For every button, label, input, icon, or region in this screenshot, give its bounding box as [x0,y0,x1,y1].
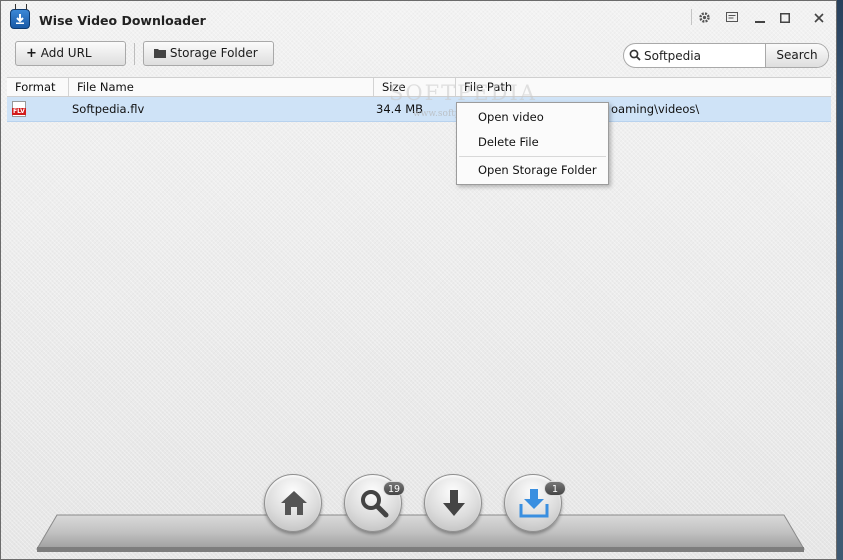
storage-folder-label: Storage Folder [169,46,258,60]
downloaded-count-badge: 1 [544,481,566,496]
app-title: Wise Video Downloader [39,13,206,28]
menu-item-delete-file[interactable]: Delete File [457,130,608,154]
storage-folder-button[interactable]: Storage Folder [143,41,274,66]
menu-separator [459,156,606,157]
downloading-button[interactable] [424,474,482,532]
column-header-format[interactable]: Format [7,78,69,96]
context-menu: Open video Delete File Open Storage Fold… [456,102,609,185]
bottom-dock-shelf [35,513,806,553]
maximize-icon[interactable] [773,7,797,27]
search-icon [629,49,641,61]
plus-icon: + [26,46,37,61]
download-icon [443,490,465,516]
home-icon [281,491,307,515]
title-bar: Wise Video Downloader [1,1,836,37]
home-button[interactable] [264,474,322,532]
search-box: Search [623,43,829,68]
feedback-icon[interactable] [720,7,744,27]
menu-item-open-video[interactable]: Open video [457,105,608,129]
minimize-icon[interactable] [748,7,772,27]
search-button[interactable]: Search [765,44,828,67]
add-url-button[interactable]: + Add URL [15,41,126,66]
add-url-label: Add URL [40,46,92,60]
gear-icon[interactable] [692,7,716,27]
app-window: Wise Video Downloader + Add URL Storage … [0,0,837,560]
search-count-badge: 19 [383,481,406,496]
row-file-name: Softpedia.flv [72,102,145,116]
toolbar-separator [134,43,135,65]
app-logo-icon [10,9,30,29]
folder-icon [154,49,166,58]
flv-file-icon: FLV [12,101,26,117]
menu-item-open-storage-folder[interactable]: Open Storage Folder [457,158,608,182]
row-file-path: oaming\videos\ [611,102,700,116]
search-input[interactable] [642,44,768,67]
close-icon[interactable] [807,7,831,27]
column-header-file-name[interactable]: File Name [69,78,374,96]
